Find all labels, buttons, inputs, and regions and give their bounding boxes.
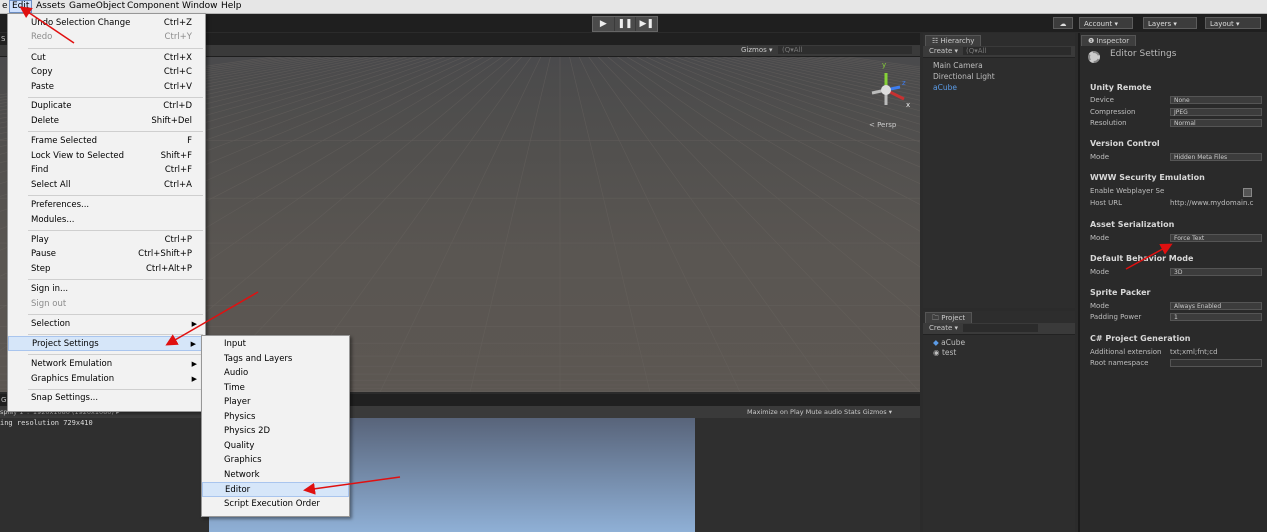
annotation-arrow [303, 476, 401, 495]
annotation-arrows [19, 6, 1173, 495]
annotation-arrow [165, 291, 259, 346]
annotation-arrow [19, 6, 75, 44]
annotation-arrow [1125, 243, 1173, 270]
